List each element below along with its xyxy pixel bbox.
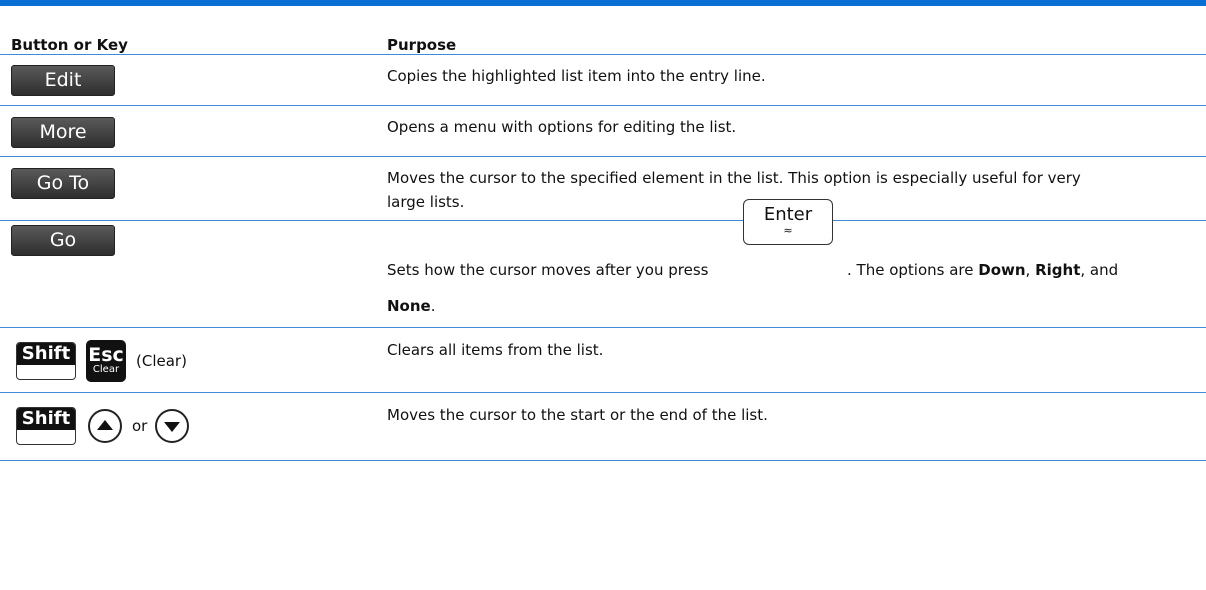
row-purpose: Moves the cursor to the specified elemen… [387,169,1081,211]
table-row: Shift or Moves the cursor to the start o… [0,393,1206,461]
clear-label: (Clear) [136,352,187,370]
go-softkey: Go [11,225,115,256]
esc-clear-key: Esc Clear [86,340,126,382]
table-row: Edit Copies the highlighted list item in… [0,55,1206,106]
shift-key: Shift [16,407,76,445]
table-row: More Opens a menu with options for editi… [0,106,1206,157]
up-arrow-icon [88,409,122,443]
row-purpose-options: . The options are Down, Right, and [847,261,1119,279]
more-softkey: More [11,117,115,148]
shift-key: Shift [16,342,76,380]
table-row: Go Sets how the cursor moves after you p… [0,221,1206,328]
row-purpose: Sets how the cursor moves after you pres… [387,261,709,279]
row-purpose: Moves the cursor to the start or the end… [387,406,768,424]
row-purpose: Copies the highlighted list item into th… [387,67,766,85]
row-purpose: Clears all items from the list. [387,341,604,359]
table-row: Go To Moves the cursor to the specified … [0,157,1206,221]
row-purpose: Opens a menu with options for editing th… [387,118,737,136]
down-arrow-icon [155,409,189,443]
edit-softkey: Edit [11,65,115,96]
go-to-softkey: Go To [11,168,115,199]
enter-key: Enter ≈ [743,199,833,245]
header-purpose: Purpose [387,36,457,54]
row-purpose-none: None. [387,297,436,315]
table-row: Shift Esc Clear (Clear) Clears all items… [0,328,1206,393]
or-label: or [132,417,148,435]
header-button-or-key: Button or Key [11,36,128,54]
table-header: Button or Key Purpose [0,6,1206,55]
